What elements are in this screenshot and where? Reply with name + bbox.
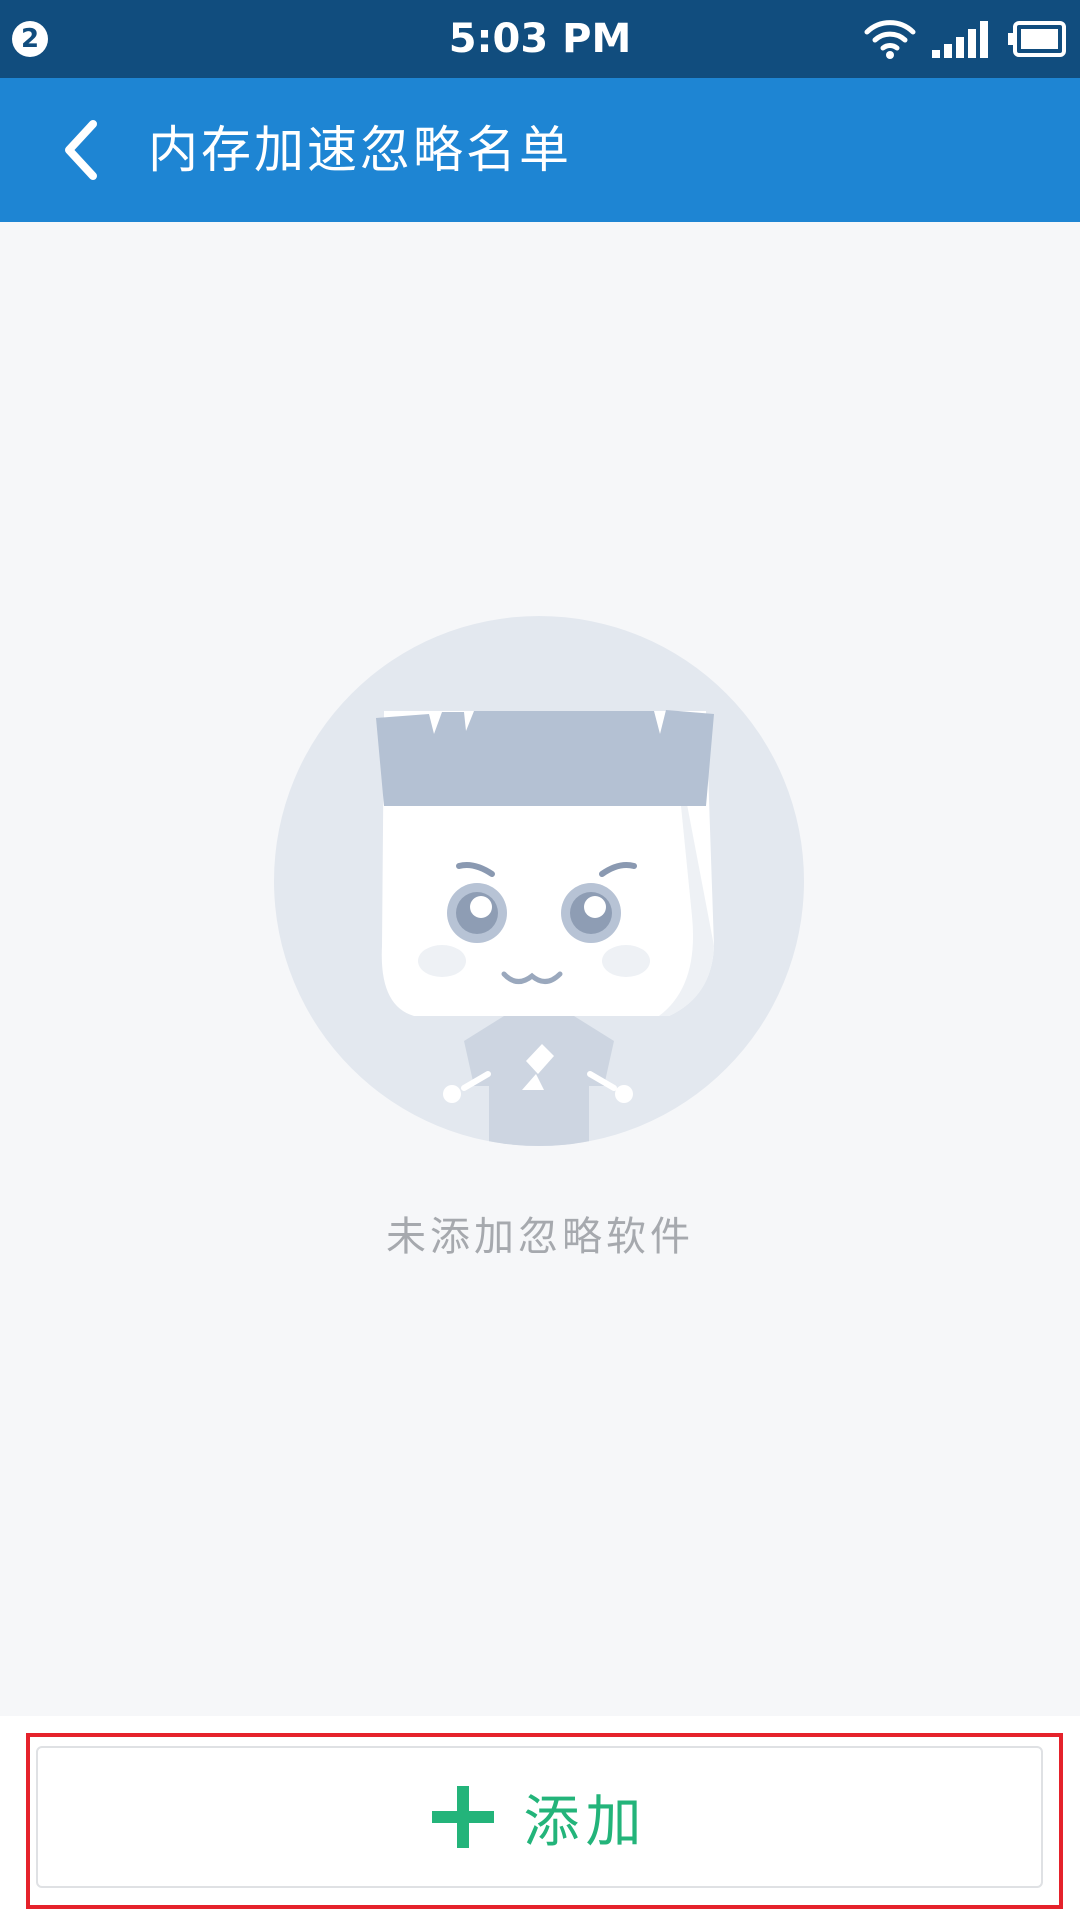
- signal-icon: [932, 21, 988, 58]
- back-button[interactable]: [30, 98, 130, 202]
- add-button[interactable]: 添加: [36, 1746, 1043, 1888]
- empty-state-message: 未添加忽略软件: [386, 1214, 694, 1260]
- app-bar: 内存加速忽略名单: [0, 78, 1080, 222]
- plus-icon: [431, 1786, 494, 1848]
- status-bar: 2 5:03 PM: [0, 0, 1080, 78]
- wifi-icon: [864, 20, 916, 59]
- page-title: 内存加速忽略名单: [148, 121, 572, 179]
- add-button-label: 添加: [523, 1789, 648, 1855]
- battery-icon: [1008, 21, 1066, 57]
- status-time: 5:03 PM: [448, 16, 632, 62]
- mascot-illustration: [274, 616, 804, 1146]
- chevron-left-icon: [65, 120, 97, 180]
